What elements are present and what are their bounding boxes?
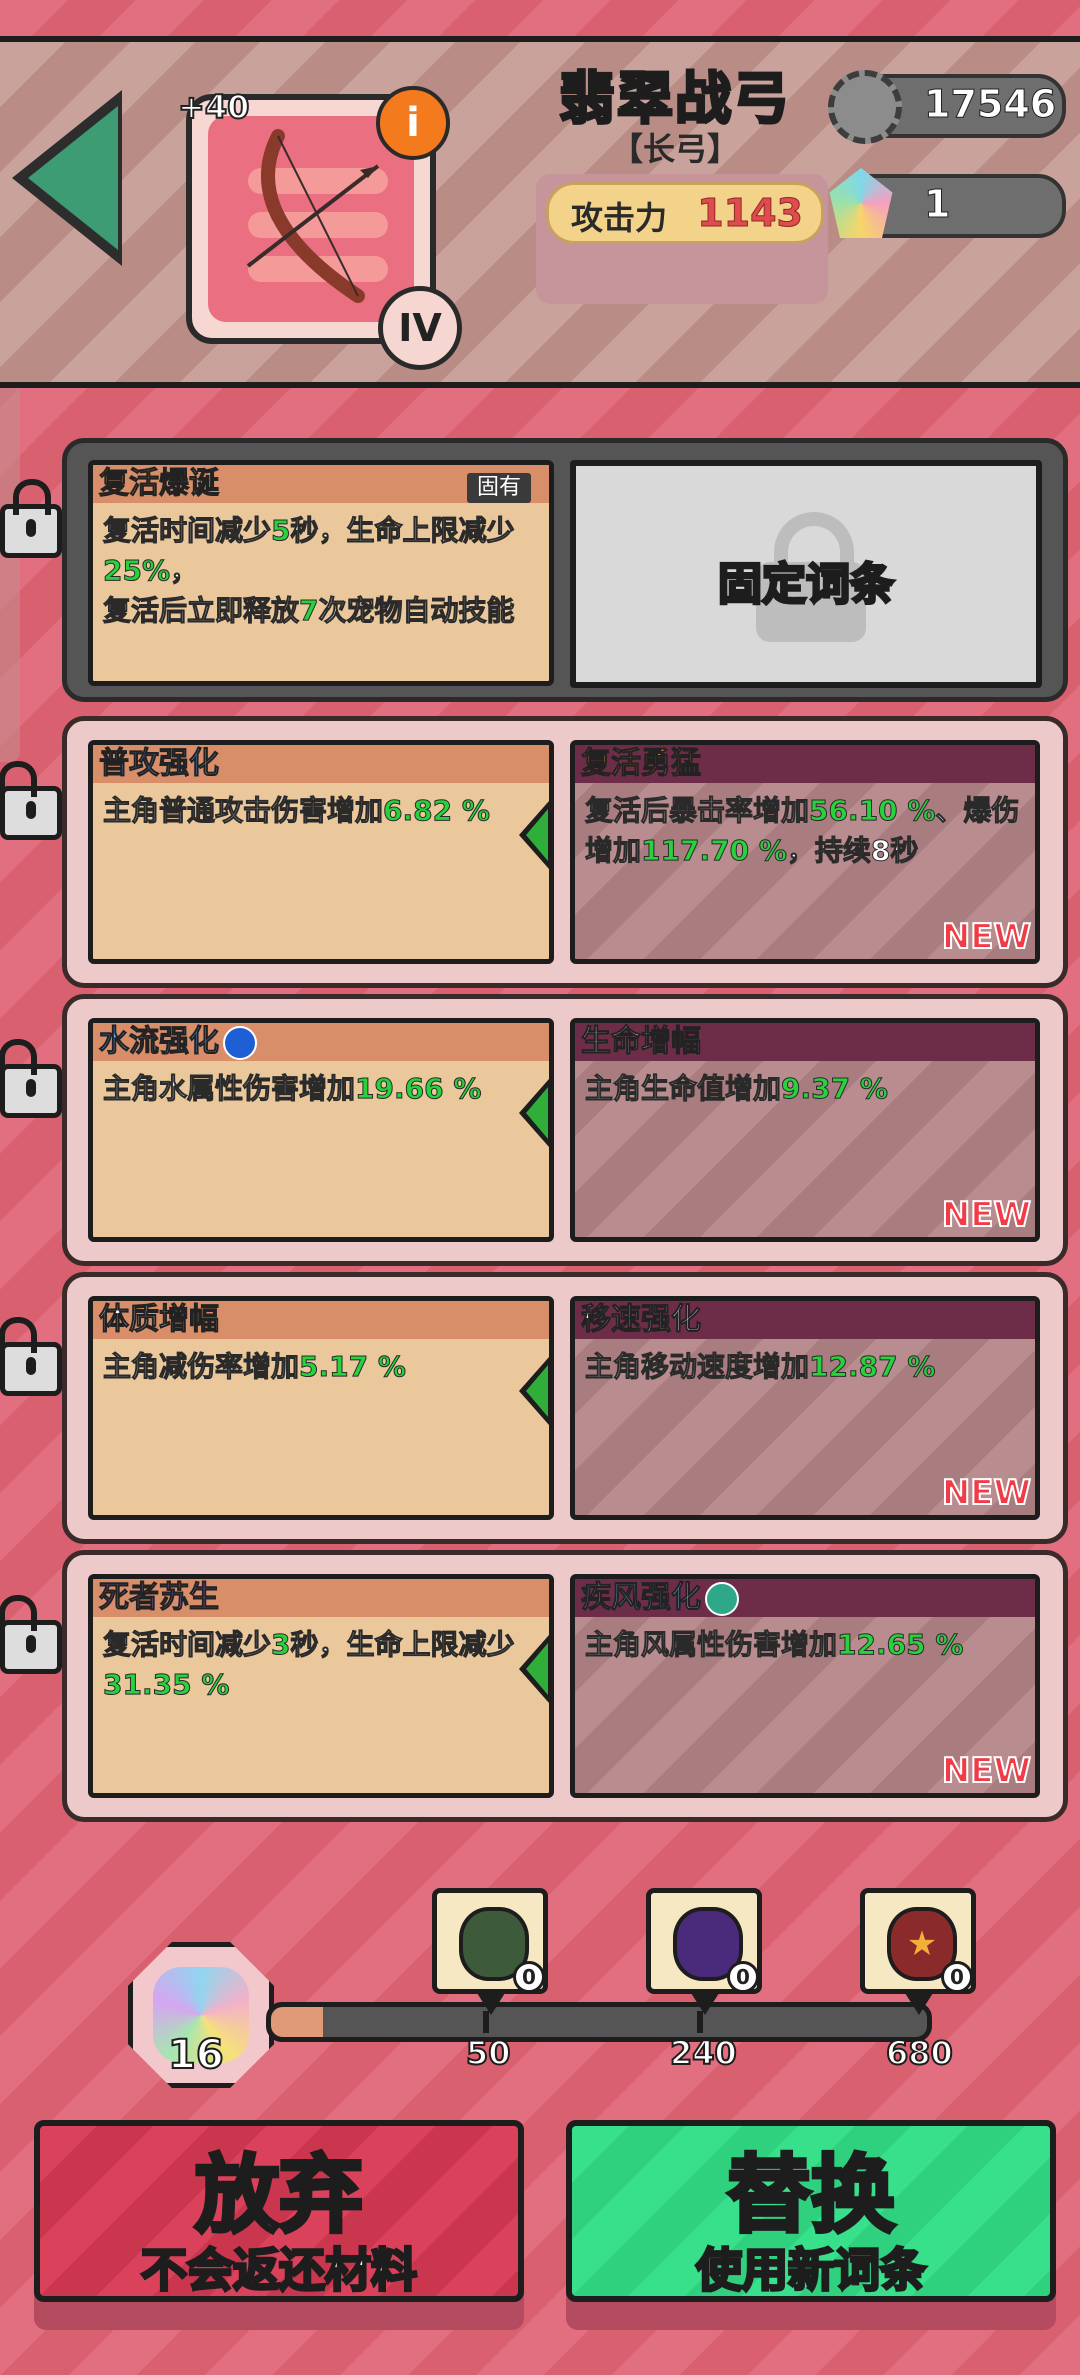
progress-fill <box>271 2007 324 2037</box>
threshold-label: 680 <box>885 2033 954 2073</box>
gear-currency: 17546 <box>828 70 1066 144</box>
old-affix-card: 死者苏生 复活时间减少3秒，生命上限减少 31.35 % <box>88 1574 554 1798</box>
abandon-sublabel: 不会返还材料 <box>140 2242 419 2299</box>
back-arrow-icon[interactable] <box>28 106 118 250</box>
lock-open-icon[interactable] <box>0 761 62 840</box>
affix-name: 移速强化 <box>581 1302 702 1338</box>
material-progress-bar <box>266 2002 932 2042</box>
lock-open-icon[interactable] <box>0 1317 62 1396</box>
reward-count: 0 <box>941 1961 973 1993</box>
bow-icon <box>208 116 414 322</box>
affix-description: 主角减伤率增加5.17 % <box>102 1350 406 1384</box>
new-affix-card[interactable]: 疾风强化 主角风属性伤害增加12.65 % NEW <box>570 1574 1040 1798</box>
threshold-label: 50 <box>465 2033 512 2073</box>
affix-description: 主角移动速度增加12.87 % <box>584 1350 936 1384</box>
affix-name: 死者苏生 <box>99 1580 220 1616</box>
gear-icon <box>828 70 902 144</box>
abandon-label: 放弃 <box>193 2144 365 2246</box>
lock-closed-icon[interactable] <box>0 479 62 558</box>
affix-description: 复活时间减少5秒，生命上限减少 25%， 复活后立即释放7次宠物自动技能 <box>102 514 515 628</box>
water-element-icon <box>223 1025 257 1060</box>
affix-description: 复活时间减少3秒，生命上限减少 31.35 % <box>102 1628 515 1702</box>
compare-arrow-icon <box>519 1079 549 1147</box>
new-tag: NEW <box>941 916 1032 958</box>
old-affix-card: 普攻强化 主角普通攻击伤害增加6.82 % <box>88 740 554 964</box>
affix-name: 普攻强化 <box>99 746 220 782</box>
gear-value: 17546 <box>923 82 1057 127</box>
info-icon[interactable]: i <box>376 86 450 160</box>
attack-value: 1143 <box>697 191 804 236</box>
attack-label: 攻击力 <box>571 199 668 237</box>
affix-name: 体质增幅 <box>99 1302 220 1338</box>
reward-slot-3[interactable]: ★ 0 <box>860 1888 976 2015</box>
affix-description: 复活后暴击率增加56.10 %、爆伤增加117.70 %，持续8秒 <box>584 794 1020 868</box>
affix-name: 水流强化 <box>99 1024 220 1060</box>
item-title: 翡翠战弓 <box>558 66 791 134</box>
new-affix-card[interactable]: 移速强化 主角移动速度增加12.87 % NEW <box>570 1296 1040 1520</box>
fixed-affix-label: 固定词条 <box>717 558 896 612</box>
reward-count: 0 <box>513 1961 545 1993</box>
innate-badge: 固有 <box>466 473 531 503</box>
lock-open-icon[interactable] <box>0 1595 62 1674</box>
replace-label: 替换 <box>725 2144 897 2246</box>
replace-sublabel: 使用新词条 <box>695 2242 928 2299</box>
old-affix-card: 体质增幅 主角减伤率增加5.17 % <box>88 1296 554 1520</box>
new-tag: NEW <box>941 1750 1032 1792</box>
affix-name: 复活爆诞 <box>99 466 220 502</box>
reward-slot-1[interactable]: 0 <box>432 1888 548 2015</box>
item-type: 【长弓】 <box>610 130 739 168</box>
compare-arrow-icon <box>519 1635 549 1703</box>
affix-description: 主角生命值增加9.37 % <box>584 1072 888 1106</box>
crystal-currency: 1 <box>829 168 1066 238</box>
affix-description: 主角普通攻击伤害增加6.82 % <box>102 794 490 828</box>
affix-description: 主角水属性伤害增加19.66 % <box>102 1072 482 1106</box>
affix-name: 疾风强化 <box>581 1580 702 1616</box>
compare-arrow-icon <box>519 801 549 869</box>
new-affix-card[interactable]: 复活勇猛 复活后暴击率增加56.10 %、爆伤增加117.70 %，持续8秒 N… <box>570 740 1040 964</box>
affix-name: 复活勇猛 <box>581 746 702 782</box>
fixed-affix-slot[interactable]: 固定词条 <box>570 460 1042 688</box>
item-level: +40 <box>177 87 250 127</box>
old-affix-card: 水流强化 主角水属性伤害增加19.66 % <box>88 1018 554 1242</box>
wind-element-icon <box>705 1581 739 1616</box>
crystal-value: 1 <box>923 182 951 227</box>
new-tag: NEW <box>941 1472 1032 1514</box>
attack-stat: 攻击力 1143 <box>546 182 824 244</box>
threshold-label: 240 <box>669 2033 738 2073</box>
replace-button[interactable]: 替换 使用新词条 <box>566 2120 1056 2302</box>
tier-badge: IV <box>378 286 462 370</box>
lock-open-icon[interactable] <box>0 1039 62 1118</box>
reward-count: 0 <box>727 1961 759 1993</box>
new-tag: NEW <box>941 1194 1032 1236</box>
compare-arrow-icon <box>519 1357 549 1425</box>
bag-count: 16 <box>167 2031 225 2079</box>
abandon-button[interactable]: 放弃 不会返还材料 <box>34 2120 524 2302</box>
reward-slot-2[interactable]: 0 <box>646 1888 762 2015</box>
affix-name: 生命增幅 <box>581 1024 702 1060</box>
new-affix-card[interactable]: 生命增幅 主角生命值增加9.37 % NEW <box>570 1018 1040 1242</box>
old-affix-card: 复活爆诞 固有 复活时间减少5秒，生命上限减少 25%， 复活后立即释放7次宠物… <box>88 460 554 686</box>
affix-description: 主角风属性伤害增加12.65 % <box>584 1628 964 1662</box>
